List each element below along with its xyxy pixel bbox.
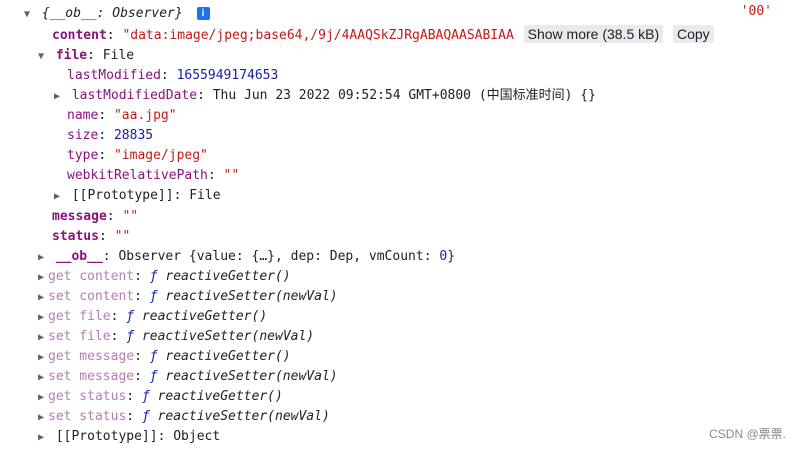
- status-property-row: status: "": [52, 229, 131, 244]
- accessor-function: reactiveSetter(newVal): [141, 329, 315, 344]
- collapsed-triangle-icon[interactable]: ▶: [34, 248, 48, 268]
- root-object-row[interactable]: ▼ {__ob__: Observer} i: [20, 4, 210, 24]
- accessor-key: get message: [48, 349, 135, 364]
- object-prototype-value: Object: [173, 429, 221, 444]
- lastmodified-value: 1655949174653: [176, 68, 279, 83]
- file-size-row: size: 28835: [67, 128, 154, 143]
- collapsed-triangle-icon[interactable]: ▶: [34, 348, 48, 368]
- accessor-row[interactable]: ▶ set status: ƒ reactiveSetter(newVal): [34, 407, 330, 427]
- lastmodifieddate-value: Thu Jun 23 2022 09:52:54 GMT+0800 (中国标准时…: [212, 88, 596, 103]
- accessor-function: reactiveGetter(): [165, 349, 291, 364]
- expanded-triangle-icon[interactable]: ▼: [20, 5, 34, 25]
- file-property-row[interactable]: ▼ file: File: [34, 46, 134, 66]
- function-symbol-icon: ƒ: [126, 309, 135, 324]
- accessor-row[interactable]: ▶ get status: ƒ reactiveGetter(): [34, 387, 283, 407]
- content-value: "data:image/jpeg;base64,/9j/4AAQSkZJRgAB…: [122, 28, 514, 43]
- function-symbol-icon: ƒ: [149, 269, 158, 284]
- accessor-row[interactable]: ▶ get message: ƒ reactiveGetter(): [34, 347, 291, 367]
- accessor-key: get status: [48, 389, 127, 404]
- copy-button[interactable]: Copy: [672, 25, 714, 43]
- collapsed-triangle-icon[interactable]: ▶: [34, 268, 48, 288]
- webkitrelativepath-value: "": [223, 168, 240, 183]
- file-lastmodifieddate-row[interactable]: ▶ lastModifiedDate: Thu Jun 23 2022 09:5…: [50, 86, 596, 106]
- accessor-function: reactiveSetter(newVal): [165, 369, 338, 384]
- vmcount-value: 0: [439, 249, 448, 264]
- status-value: "": [114, 229, 131, 244]
- accessor-function: reactiveGetter(): [165, 269, 291, 284]
- accessor-row[interactable]: ▶ set message: ƒ reactiveSetter(newVal): [34, 367, 338, 387]
- collapsed-triangle-icon[interactable]: ▶: [34, 328, 48, 348]
- file-key: file: [55, 48, 88, 63]
- file-type-label: File: [102, 48, 135, 63]
- function-symbol-icon: ƒ: [149, 289, 158, 304]
- info-icon[interactable]: i: [196, 7, 210, 20]
- accessor-function: reactiveSetter(newVal): [157, 409, 330, 424]
- file-prototype-value: File: [189, 188, 221, 203]
- file-webkitrelativepath-row: webkitRelativePath: "": [67, 168, 240, 183]
- accessor-key: set message: [48, 369, 135, 384]
- collapsed-triangle-icon[interactable]: ▶: [50, 187, 64, 207]
- object-prototype-row[interactable]: ▶ [[Prototype]]: Object: [34, 427, 220, 447]
- accessor-key: get file: [48, 309, 111, 324]
- accessor-row[interactable]: ▶ get file: ƒ reactiveGetter(): [34, 307, 267, 327]
- accessor-key: set content: [48, 289, 135, 304]
- function-symbol-icon: ƒ: [149, 369, 158, 384]
- message-value: "": [122, 209, 139, 224]
- expanded-triangle-icon[interactable]: ▼: [34, 47, 48, 67]
- accessor-row[interactable]: ▶ set content: ƒ reactiveSetter(newVal): [34, 287, 338, 307]
- content-key: content: [52, 28, 107, 43]
- collapsed-triangle-icon[interactable]: ▶: [34, 428, 48, 448]
- function-symbol-icon: ƒ: [141, 409, 150, 424]
- accessor-function: reactiveGetter(): [157, 389, 283, 404]
- collapsed-triangle-icon[interactable]: ▶: [34, 288, 48, 308]
- accessor-row[interactable]: ▶ get content: ƒ reactiveGetter(): [34, 267, 291, 287]
- content-property-row: content: "data:image/jpeg;base64,/9j/4AA…: [52, 25, 714, 45]
- file-type-value: "image/jpeg": [113, 148, 208, 163]
- file-name-row: name: "aa.jpg": [67, 108, 177, 123]
- collapsed-triangle-icon[interactable]: ▶: [34, 388, 48, 408]
- file-type-row: type: "image/jpeg": [67, 148, 208, 163]
- message-property-row: message: "": [52, 209, 139, 224]
- ob-property-row[interactable]: ▶ __ob__: Observer {value: {…}, dep: Dep…: [34, 247, 455, 267]
- function-symbol-icon: ƒ: [126, 329, 135, 344]
- file-lastmodified-row: lastModified: 1655949174653: [67, 68, 279, 83]
- file-prototype-row[interactable]: ▶ [[Prototype]]: File: [50, 186, 221, 206]
- accessor-key: get content: [48, 269, 135, 284]
- collapsed-triangle-icon[interactable]: ▶: [34, 408, 48, 428]
- file-size-value: 28835: [113, 128, 154, 143]
- function-symbol-icon: ƒ: [141, 389, 150, 404]
- collapsed-triangle-icon[interactable]: ▶: [50, 87, 64, 107]
- file-name-value: "aa.jpg": [113, 108, 177, 123]
- function-symbol-icon: ƒ: [149, 349, 158, 364]
- collapsed-triangle-icon[interactable]: ▶: [34, 308, 48, 328]
- accessor-function: reactiveGetter(): [141, 309, 268, 324]
- root-object-label: {__ob__: Observer}: [41, 6, 183, 21]
- console-value-tag: '00': [740, 4, 772, 19]
- collapsed-triangle-icon[interactable]: ▶: [34, 368, 48, 388]
- accessor-key: set status: [48, 409, 127, 424]
- accessor-row[interactable]: ▶ set file: ƒ reactiveSetter(newVal): [34, 327, 314, 347]
- watermark: CSDN @票票.: [709, 427, 786, 441]
- accessor-function: reactiveSetter(newVal): [165, 289, 338, 304]
- show-more-button[interactable]: Show more (38.5 kB): [523, 25, 664, 43]
- accessor-key: set file: [48, 329, 111, 344]
